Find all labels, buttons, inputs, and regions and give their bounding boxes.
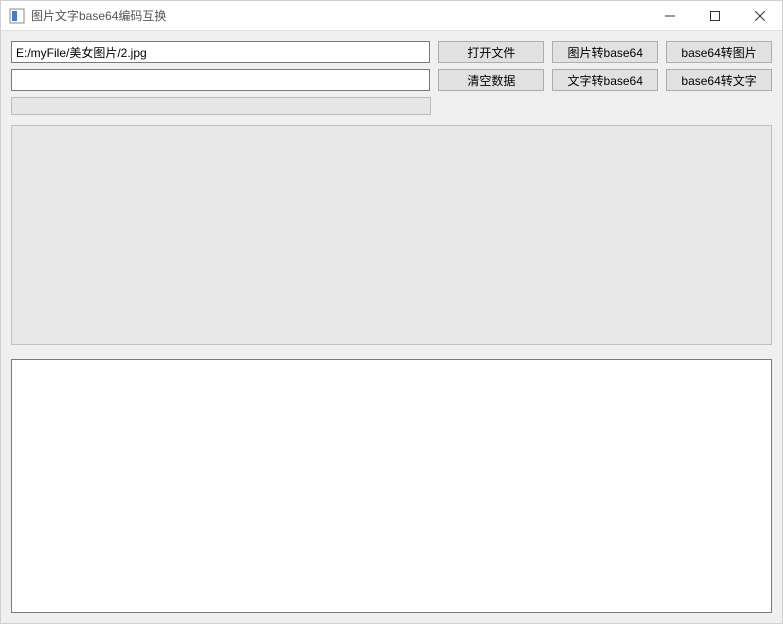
maximize-button[interactable] <box>692 1 737 30</box>
progress-bar <box>11 97 431 115</box>
text-input[interactable] <box>11 69 430 91</box>
minimize-button[interactable] <box>647 1 692 30</box>
window-controls <box>647 1 782 30</box>
main-window: 图片文字base64编码互换 打开文件 图片转base64 base64转图片 … <box>0 0 783 624</box>
text-to-base64-button[interactable]: 文字转base64 <box>552 69 658 91</box>
file-path-input[interactable] <box>11 41 430 63</box>
output-textarea[interactable] <box>11 359 772 613</box>
base64-to-image-button[interactable]: base64转图片 <box>666 41 772 63</box>
base64-to-text-button[interactable]: base64转文字 <box>666 69 772 91</box>
row-text: 清空数据 文字转base64 base64转文字 <box>11 69 772 91</box>
image-preview-panel <box>11 125 772 345</box>
app-icon <box>9 8 25 24</box>
row-file: 打开文件 图片转base64 base64转图片 <box>11 41 772 63</box>
titlebar: 图片文字base64编码互换 <box>1 1 782 31</box>
open-file-button[interactable]: 打开文件 <box>438 41 544 63</box>
close-button[interactable] <box>737 1 782 30</box>
content-area: 打开文件 图片转base64 base64转图片 清空数据 文字转base64 … <box>1 31 782 623</box>
row-progress <box>11 97 772 115</box>
window-title: 图片文字base64编码互换 <box>31 7 647 24</box>
image-to-base64-button[interactable]: 图片转base64 <box>552 41 658 63</box>
clear-data-button[interactable]: 清空数据 <box>438 69 544 91</box>
